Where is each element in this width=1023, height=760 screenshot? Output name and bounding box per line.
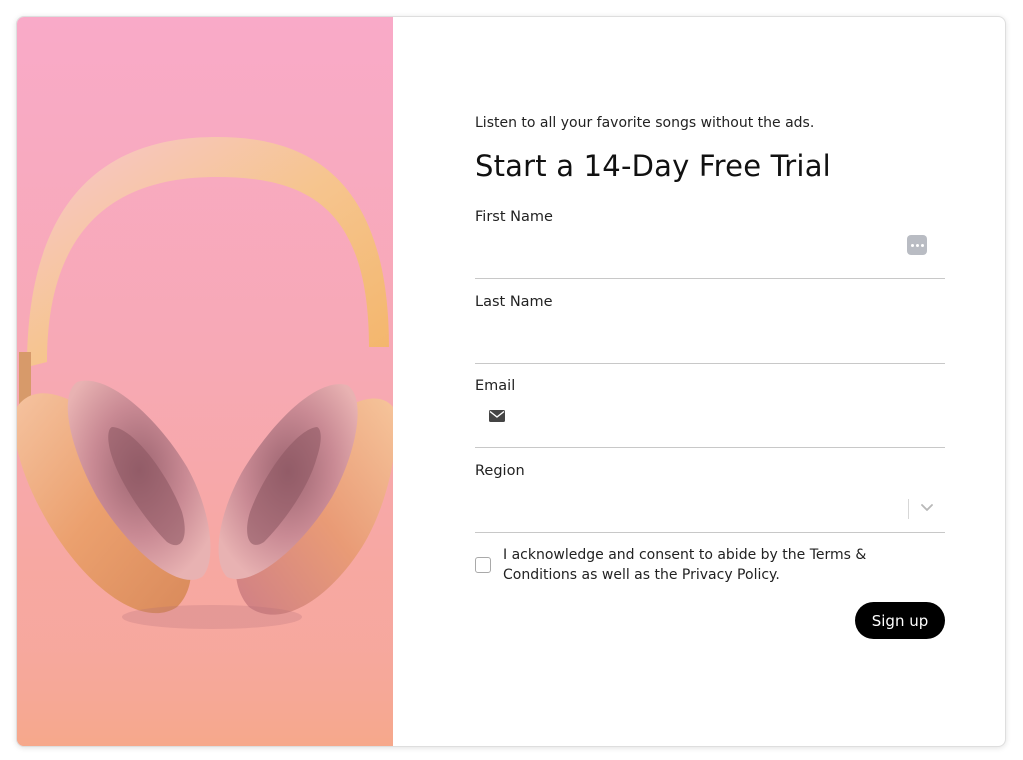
tagline: Listen to all your favorite songs withou… bbox=[475, 115, 815, 131]
region-field: Region bbox=[475, 463, 945, 533]
email-underline bbox=[475, 447, 945, 448]
region-select[interactable] bbox=[475, 485, 945, 531]
first-name-label: First Name bbox=[475, 209, 553, 225]
first-name-input[interactable] bbox=[475, 231, 945, 277]
email-label: Email bbox=[475, 378, 516, 394]
region-label: Region bbox=[475, 463, 525, 479]
hero-image-headphones bbox=[17, 17, 393, 746]
first-name-field: First Name bbox=[475, 209, 945, 279]
select-divider bbox=[908, 499, 909, 519]
headphones-illustration bbox=[17, 137, 393, 746]
email-input[interactable] bbox=[475, 400, 945, 446]
signup-form: Listen to all your favorite songs withou… bbox=[475, 17, 945, 746]
last-name-underline bbox=[475, 363, 945, 364]
sign-up-button[interactable]: Sign up bbox=[855, 602, 945, 639]
page-title: Start a 14-Day Free Trial bbox=[475, 149, 831, 183]
signup-card: Listen to all your favorite songs withou… bbox=[16, 16, 1006, 747]
region-underline bbox=[475, 532, 945, 533]
consent-checkbox[interactable] bbox=[475, 557, 491, 573]
first-name-underline bbox=[475, 278, 945, 279]
chevron-down-icon[interactable] bbox=[921, 504, 933, 512]
mail-icon bbox=[489, 410, 505, 422]
consent-text: I acknowledge and consent to abide by th… bbox=[503, 547, 867, 583]
email-field: Email bbox=[475, 378, 945, 448]
last-name-field: Last Name bbox=[475, 294, 945, 364]
last-name-input[interactable] bbox=[475, 316, 945, 362]
password-manager-icon[interactable] bbox=[907, 235, 927, 255]
last-name-label: Last Name bbox=[475, 294, 553, 310]
